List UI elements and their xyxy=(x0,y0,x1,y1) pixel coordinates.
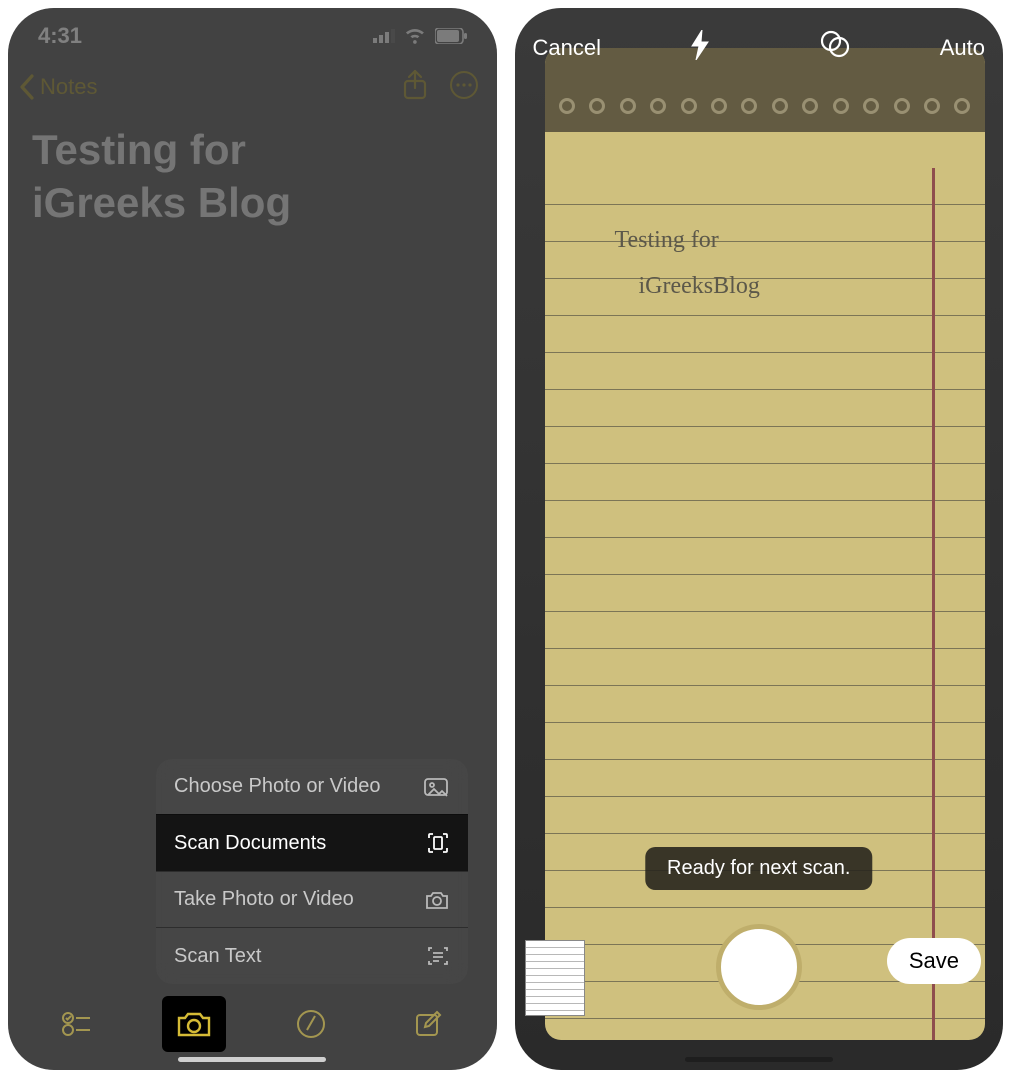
wifi-icon xyxy=(405,28,427,44)
camera-preview: Testing for iGreeksBlog xyxy=(545,48,986,1040)
camera-icon xyxy=(424,889,450,911)
scan-thumbnail[interactable] xyxy=(525,940,585,1016)
markup-icon xyxy=(296,1009,326,1039)
scanner-top-bar: Cancel Auto xyxy=(515,30,1004,66)
home-indicator[interactable] xyxy=(685,1057,833,1062)
menu-item-label: Scan Documents xyxy=(174,832,326,855)
menu-item-label: Scan Text xyxy=(174,945,261,968)
text-scan-icon xyxy=(426,944,450,968)
back-label: Notes xyxy=(40,74,97,100)
status-time: 4:31 xyxy=(38,23,82,49)
compose-icon xyxy=(413,1009,443,1039)
status-bar: 4:31 xyxy=(8,8,497,56)
menu-scan-text[interactable]: Scan Text xyxy=(156,927,468,984)
camera-action-menu: Choose Photo or Video Scan Documents Tak… xyxy=(156,759,468,984)
note-title: Testing for iGreeks Blog xyxy=(8,112,497,241)
shutter-button[interactable] xyxy=(716,924,802,1010)
flash-icon xyxy=(690,30,710,60)
auto-mode-button[interactable]: Auto xyxy=(940,35,985,61)
menu-choose-photo-video[interactable]: Choose Photo or Video xyxy=(156,759,468,814)
markup-button[interactable] xyxy=(279,996,343,1052)
compose-button[interactable] xyxy=(396,996,460,1052)
status-icons xyxy=(373,28,467,44)
camera-button[interactable] xyxy=(162,996,226,1052)
doc-scan-icon xyxy=(426,831,450,855)
filter-button[interactable] xyxy=(820,30,850,66)
photo-icon xyxy=(424,776,450,798)
notes-nav: Notes xyxy=(8,56,497,112)
share-icon xyxy=(401,69,429,101)
filter-circles-icon xyxy=(820,30,850,58)
handwriting: Testing for iGreeksBlog xyxy=(615,218,760,309)
home-indicator[interactable] xyxy=(178,1057,326,1062)
menu-item-label: Choose Photo or Video xyxy=(174,775,380,798)
menu-scan-documents[interactable]: Scan Documents xyxy=(156,814,468,871)
scanner-viewport: Testing for iGreeksBlog Cancel Auto Read… xyxy=(515,8,1004,1070)
battery-icon xyxy=(435,28,467,44)
cancel-button[interactable]: Cancel xyxy=(533,35,601,61)
back-button[interactable]: Notes xyxy=(18,74,97,100)
scanner-screen: Testing for iGreeksBlog Cancel Auto Read… xyxy=(515,8,1004,1070)
checklist-button[interactable] xyxy=(45,996,109,1052)
share-button[interactable] xyxy=(401,69,429,106)
chevron-left-icon xyxy=(18,74,36,100)
menu-item-label: Take Photo or Video xyxy=(174,888,354,911)
more-button[interactable] xyxy=(449,70,479,105)
camera-icon xyxy=(176,1010,212,1038)
flash-button[interactable] xyxy=(690,30,710,66)
checklist-icon xyxy=(62,1011,92,1037)
menu-take-photo-video[interactable]: Take Photo or Video xyxy=(156,871,468,927)
save-button[interactable]: Save xyxy=(887,938,981,984)
scan-status-toast: Ready for next scan. xyxy=(645,847,872,890)
ellipsis-circle-icon xyxy=(449,70,479,100)
cellular-icon xyxy=(373,29,397,43)
notes-screen: 4:31 Notes Testing for iGreeks Blog Choo xyxy=(8,8,497,1070)
